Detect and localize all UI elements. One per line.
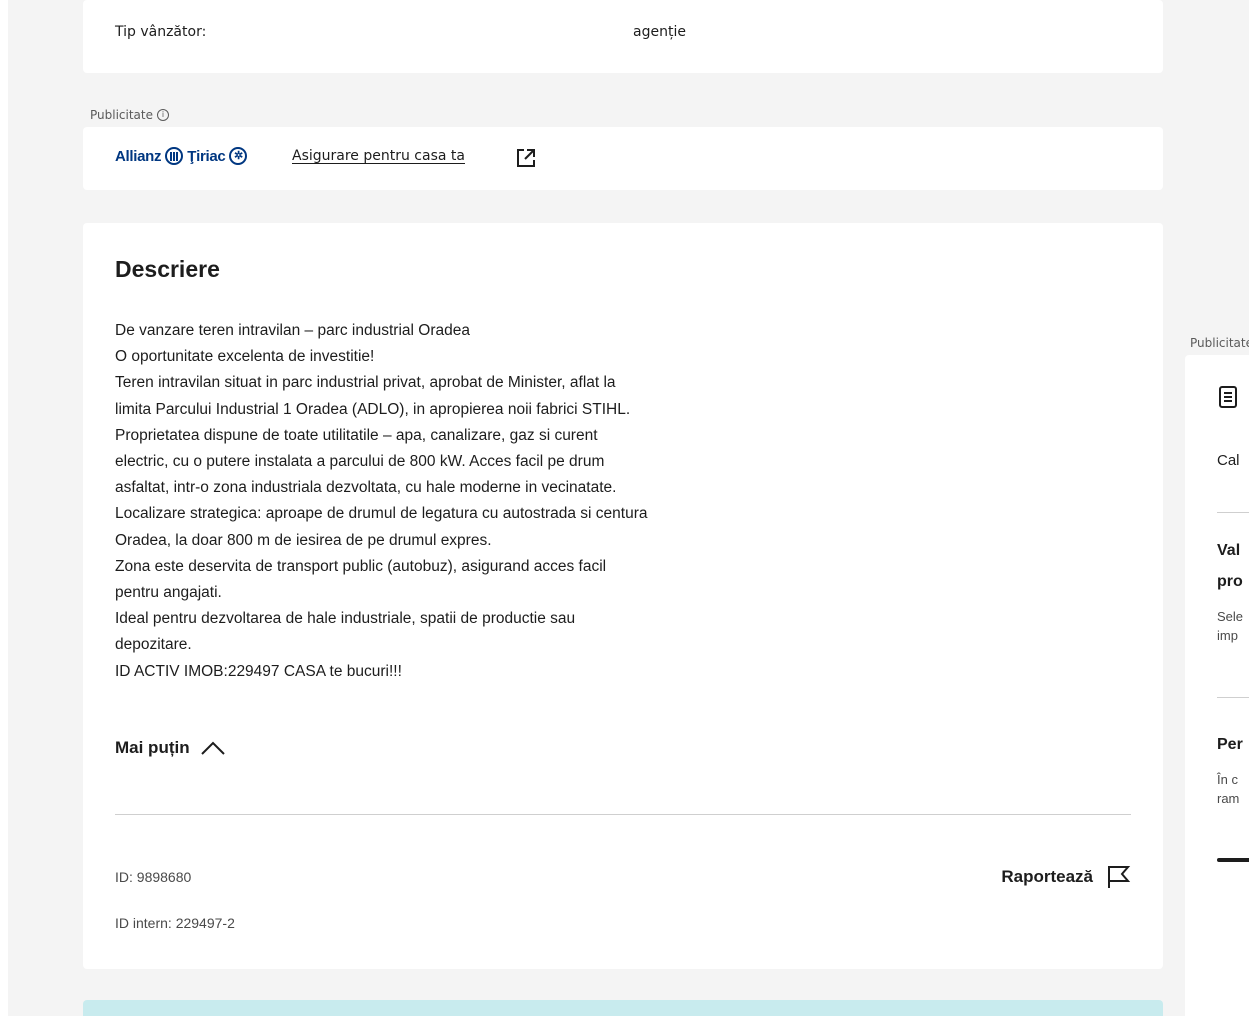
description-line: Oradea, la doar 800 m de iesirea de pe d… [115, 531, 492, 549]
allianz-tiriac-logo: Allianz Ţiriac ✲ [115, 147, 248, 165]
description-line: pentru angajati. [115, 584, 222, 602]
sidebar-heading-per: Per [1217, 736, 1243, 753]
sidebar-divider [1217, 512, 1249, 513]
description-line: Ideal pentru dezvoltarea de hale industr… [115, 610, 576, 628]
insurance-ad-card[interactable]: Allianz Ţiriac ✲ Asigurare pentru casa t… [83, 127, 1163, 190]
seller-type-card: Tip vânzător: agenție [83, 0, 1163, 73]
description-card: Descriere De vanzare teren intravilan – … [83, 223, 1163, 969]
internal-id: ID intern: 229497-2 [115, 915, 235, 931]
sidebar-text-inc: În c [1217, 772, 1238, 787]
seller-type-label: Tip vânzător: [115, 24, 207, 40]
sidebar-heading-val: Val [1217, 542, 1241, 559]
listing-id: ID: 9898680 [115, 869, 192, 885]
advertising-label: Publicitate i [90, 108, 169, 122]
show-less-label: Mai puțin [115, 738, 190, 757]
description-line: Zona este deservita de transport public … [115, 557, 607, 575]
home-insurance-link[interactable]: Asigurare pentru casa ta [292, 148, 465, 164]
sidebar-text-ram: ram [1217, 791, 1240, 806]
description-line: Localizare strategica: aproape de drumul… [115, 505, 648, 523]
description-line: De vanzare teren intravilan – parc indus… [115, 322, 470, 339]
allianz-eagle-icon [165, 147, 184, 165]
allianz-wordmark: Allianz [115, 147, 162, 165]
report-label: Raportează [1001, 867, 1093, 886]
sidebar-ad-card: Cal Val pro Sele imp Per În c ram [1185, 355, 1249, 1016]
left-edge-strip [0, 0, 8, 1016]
sidebar-heading-pro: pro [1217, 573, 1243, 590]
chevron-up-icon [200, 741, 225, 755]
description-line: Proprietatea dispune de toate utilitatil… [115, 426, 598, 444]
description-line: limita Parcului Industrial 1 Oradea (ADL… [115, 400, 631, 418]
sidebar-text-sele: Sele [1217, 609, 1244, 624]
description-line: asfaltat, intr-o zona industriala dezvol… [115, 479, 617, 497]
tiriac-wordmark: Ţiriac [187, 147, 226, 165]
description-body: De vanzare teren intravilan – parc indus… [115, 318, 875, 685]
sidebar-divider [1217, 697, 1249, 698]
report-button[interactable]: Raportează [1001, 864, 1131, 890]
show-less-button[interactable]: Mai puțin [115, 738, 226, 758]
description-line: depozitare. [115, 636, 192, 654]
sidebar-advertising-label-text: Publicitate [1190, 336, 1249, 350]
info-icon[interactable]: i [157, 109, 169, 121]
description-line: ID ACTIV IMOB:229497 CASA te bucuri!!! [115, 662, 402, 680]
description-line: Teren intravilan situat in parc industri… [115, 374, 616, 392]
sidebar-text-imp: imp [1217, 628, 1238, 643]
sidebar-text-cal: Cal [1217, 452, 1240, 469]
document-icon [1219, 386, 1237, 408]
description-line: electric, cu o putere instalata a parcul… [115, 453, 605, 471]
divider [115, 814, 1131, 815]
description-line: O oportunitate excelenta de investitie! [115, 348, 375, 366]
flag-icon [1108, 866, 1131, 888]
info-banner [83, 1000, 1163, 1016]
tiriac-emblem-icon: ✲ [229, 147, 248, 165]
carousel-indicator[interactable] [1217, 858, 1249, 862]
seller-type-value: agenție [633, 24, 686, 40]
description-title: Descriere [115, 256, 220, 282]
external-link-icon[interactable] [515, 147, 537, 169]
advertising-label-text: Publicitate [90, 108, 153, 122]
sidebar-advertising-label: Publicitate [1190, 336, 1249, 350]
